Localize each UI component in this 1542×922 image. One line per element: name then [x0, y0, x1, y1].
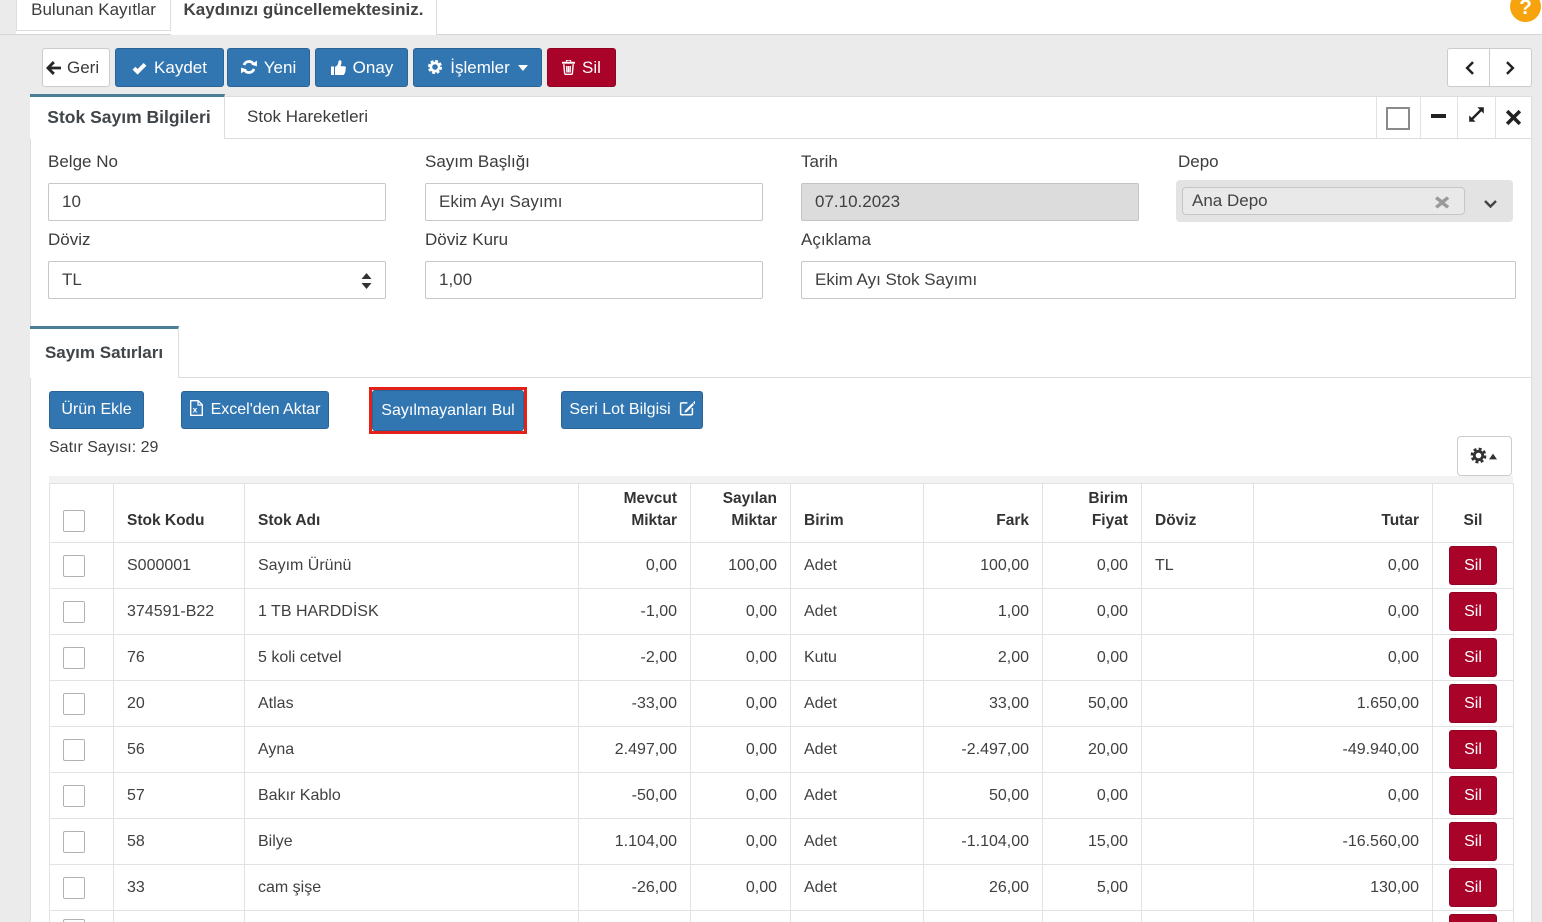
svg-text:x: x: [192, 405, 197, 415]
